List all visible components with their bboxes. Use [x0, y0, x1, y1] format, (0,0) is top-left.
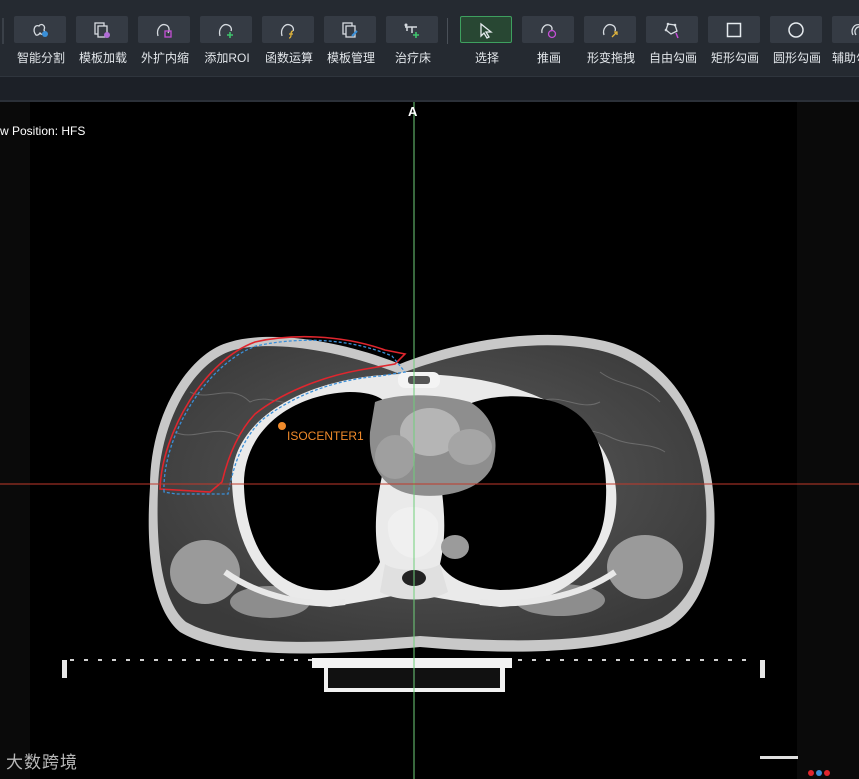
smart-segment-icon	[33, 23, 48, 37]
assist-draw-label: 辅助勾	[832, 51, 859, 65]
view-position-label: w Position: HFS	[0, 124, 86, 138]
deform-drag-button[interactable]: 形变拖拽	[582, 0, 644, 70]
assist-draw-button[interactable]: 辅助勾	[830, 0, 859, 70]
freehand-draw-icon	[664, 22, 679, 38]
treatment-couch-button[interactable]: 治疗床	[384, 0, 446, 70]
function-op-label: 函数运算	[264, 51, 313, 65]
freehand-draw-button[interactable]: 自由勾画	[644, 0, 706, 70]
circle-draw-label: 圆形勾画	[772, 51, 821, 65]
freehand-draw-label: 自由勾画	[648, 51, 697, 65]
expand-shrink-label: 外扩内缩	[140, 51, 189, 65]
isocenter-label: ISOCENTER1	[287, 429, 364, 443]
add-roi-button[interactable]: 添加ROI	[198, 0, 260, 70]
treatment-couch-label: 治疗床	[394, 51, 431, 65]
rectangle-draw-icon	[726, 22, 742, 37]
circle-draw-icon	[788, 21, 804, 38]
function-op-button[interactable]: 函数运算	[260, 0, 322, 70]
toolbar-divider	[447, 18, 448, 44]
assist-draw-icon	[851, 23, 859, 35]
rectangle-draw-label: 矩形勾画	[710, 51, 759, 65]
orientation-anterior-label: A	[408, 104, 418, 119]
rectangle-draw-button[interactable]: 矩形勾画	[706, 0, 768, 70]
toolbar: 智能分割 模板加载 外扩内缩 添加ROI 函数运算 模板管理 治疗床 选择 推画…	[0, 0, 859, 76]
template-manage-label: 模板管理	[326, 51, 375, 65]
isocenter-marker	[278, 422, 286, 430]
function-op-icon	[280, 23, 295, 39]
template-load-label: 模板加载	[78, 51, 127, 65]
select-label: 选择	[474, 51, 499, 65]
expand-shrink-icon	[156, 23, 172, 38]
select-cursor-icon	[480, 22, 493, 39]
circle-draw-button[interactable]: 圆形勾画	[768, 0, 830, 70]
template-manage-icon	[342, 21, 358, 38]
template-manage-button[interactable]: 模板管理	[322, 0, 384, 70]
sub-toolbar	[0, 76, 859, 102]
template-load-button[interactable]: 模板加载	[74, 0, 136, 70]
push-draw-button[interactable]: 推画	[520, 0, 582, 70]
push-draw-icon	[541, 23, 557, 38]
status-dots-icon	[808, 770, 830, 776]
select-button[interactable]: 选择	[458, 0, 520, 70]
smart-segment-label: 智能分割	[16, 51, 65, 65]
app-window: 智能分割 模板加载 外扩内缩 添加ROI 函数运算 模板管理 治疗床 选择 推画…	[0, 0, 859, 779]
deform-drag-icon	[602, 23, 618, 37]
ct-viewport[interactable]: w Position: HFS A ISOCENTER1 大数跨境	[0, 102, 859, 779]
expand-shrink-button[interactable]: 外扩内缩	[136, 0, 198, 70]
smart-segment-button[interactable]: 智能分割	[12, 0, 74, 70]
toolbar-separator	[2, 18, 4, 44]
add-roi-icon	[218, 23, 233, 38]
add-roi-label: 添加ROI	[204, 51, 250, 65]
treatment-couch-icon	[404, 23, 419, 38]
deform-drag-label: 形变拖拽	[586, 51, 635, 65]
watermark-text: 大数跨境	[6, 753, 78, 772]
watermark-logo: 大数跨境	[6, 748, 78, 773]
push-draw-label: 推画	[536, 51, 561, 65]
ct-slice-image	[0, 102, 859, 779]
template-load-icon	[94, 21, 110, 38]
